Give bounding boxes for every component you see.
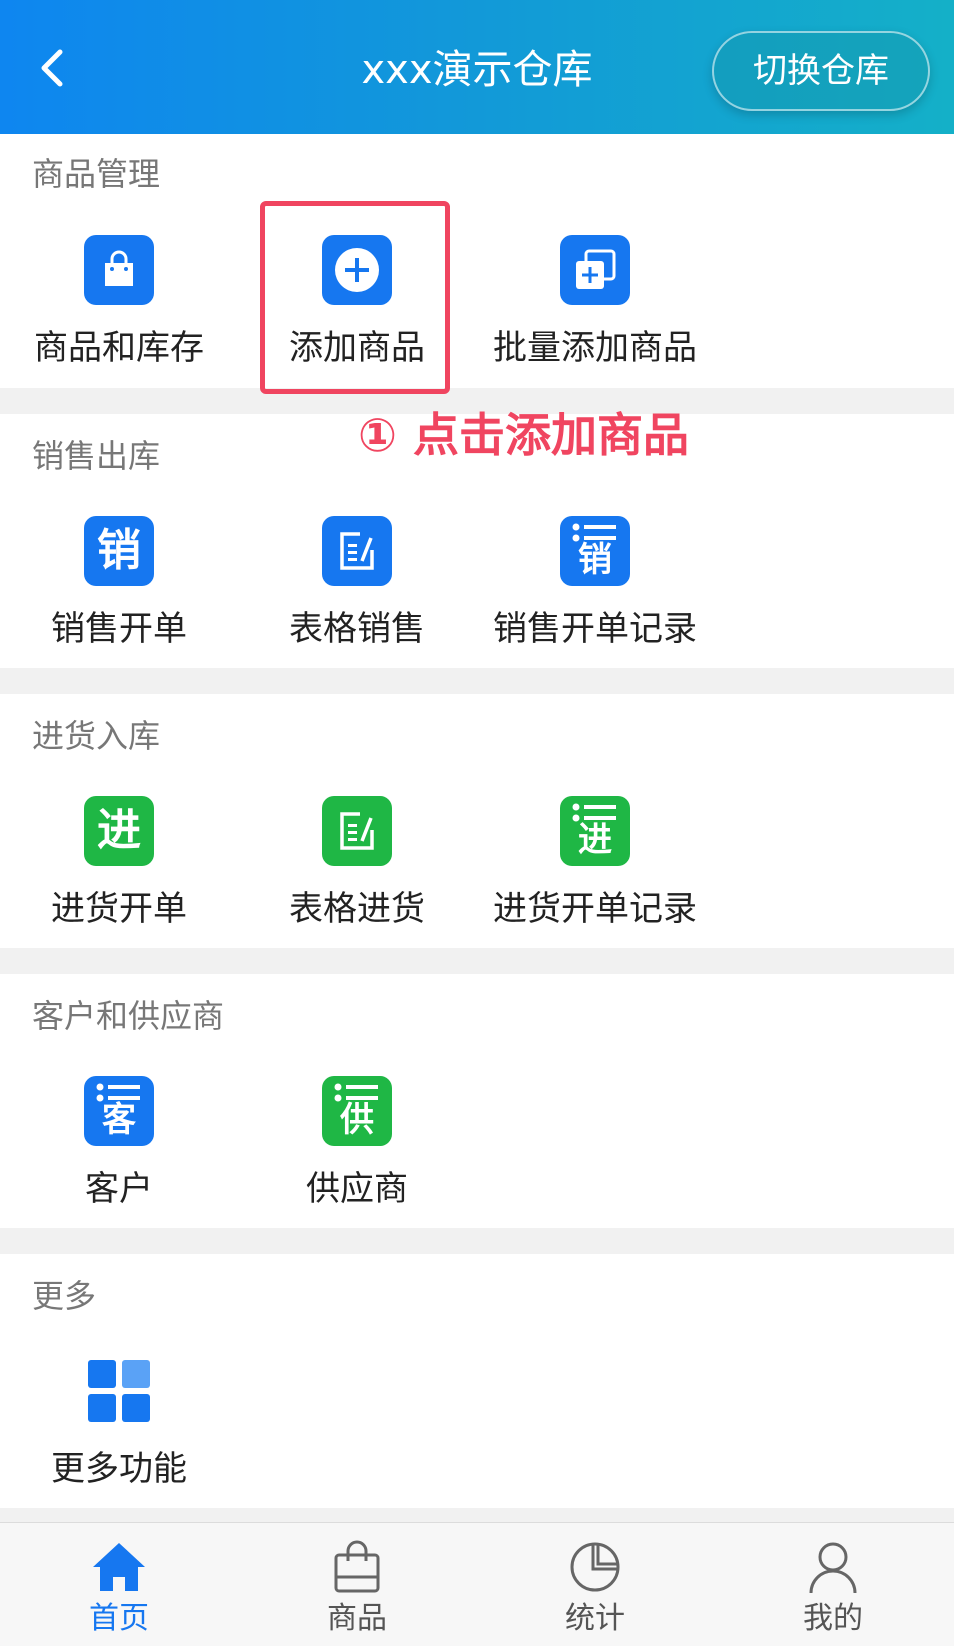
tile-sales-order[interactable]: 销 销售开单 (0, 516, 238, 716)
tile-suppliers[interactable]: 供 供应商 (238, 1076, 476, 1276)
tab-label: 统计 (565, 1601, 625, 1636)
customer-icon: 客 (84, 1076, 154, 1146)
table-edit-icon (322, 516, 392, 586)
shopping-bag-icon (84, 235, 154, 305)
tile-label: 表格销售 (289, 609, 425, 649)
section-customers-suppliers: 客户和供应商 客 客户 供 供应商 (0, 974, 954, 1228)
sales-record-icon: 销 (560, 516, 630, 586)
tile-label: 表格进货 (289, 889, 425, 929)
section-title: 更多 (32, 1277, 97, 1315)
tile-products-inventory[interactable]: 商品和库存 (0, 235, 238, 435)
sales-icon: 销 (84, 516, 154, 586)
table-edit-icon (322, 796, 392, 866)
section-title: 销售出库 (32, 437, 161, 475)
tab-home[interactable]: 首页 (0, 1523, 238, 1646)
chevron-left-icon (41, 49, 63, 87)
shopping-bag-icon (334, 1540, 380, 1593)
tile-sales-record[interactable]: 销 销售开单记录 (476, 516, 714, 716)
tab-label: 商品 (327, 1601, 387, 1636)
tile-label: 批量添加商品 (493, 328, 697, 368)
tile-purchase-order[interactable]: 进 进货开单 (0, 796, 238, 996)
back-button[interactable] (26, 40, 82, 96)
section-product-management: 商品管理 商品和库存 添加商品 批量添加商品 (0, 134, 954, 388)
tab-label: 我的 (803, 1601, 863, 1636)
top-bar: xxx演示仓库 切换仓库 (0, 0, 954, 134)
grid-icon (84, 1356, 154, 1426)
section-title: 进货入库 (32, 717, 161, 755)
tile-label: 供应商 (306, 1169, 408, 1209)
tile-table-sales[interactable]: 表格销售 (238, 516, 476, 716)
tab-statistics[interactable]: 统计 (476, 1523, 714, 1646)
section-title: 客户和供应商 (32, 997, 225, 1035)
purchase-icon: 进 (84, 796, 154, 866)
user-icon (809, 1542, 857, 1594)
annotation-text: ① 点击添加商品 (358, 408, 689, 462)
tile-label: 添加商品 (289, 328, 425, 368)
batch-add-icon (560, 235, 630, 305)
tile-table-purchase[interactable]: 表格进货 (238, 796, 476, 996)
tile-label: 更多功能 (51, 1449, 187, 1489)
supplier-icon: 供 (322, 1076, 392, 1146)
tab-mine[interactable]: 我的 (714, 1523, 952, 1646)
tab-products[interactable]: 商品 (238, 1523, 476, 1646)
tile-customers[interactable]: 客 客户 (0, 1076, 238, 1276)
home-icon (93, 1543, 145, 1591)
switch-warehouse-button[interactable]: 切换仓库 (712, 31, 930, 111)
bottom-tab-bar: 首页 商品 统计 我的 (0, 1522, 954, 1646)
section-title: 商品管理 (32, 155, 161, 193)
tile-purchase-record[interactable]: 进 进货开单记录 (476, 796, 714, 996)
purchase-record-icon: 进 (560, 796, 630, 866)
section-more: 更多 更多功能 (0, 1254, 954, 1508)
tile-label: 销售开单记录 (493, 609, 697, 649)
pie-chart-icon (570, 1542, 620, 1592)
plus-circle-icon (322, 235, 392, 305)
tile-label: 进货开单记录 (493, 889, 697, 929)
section-purchase-inbound: 进货入库 进 进货开单 表格进货 进 进货开单记录 (0, 694, 954, 948)
tab-label: 首页 (89, 1601, 149, 1636)
